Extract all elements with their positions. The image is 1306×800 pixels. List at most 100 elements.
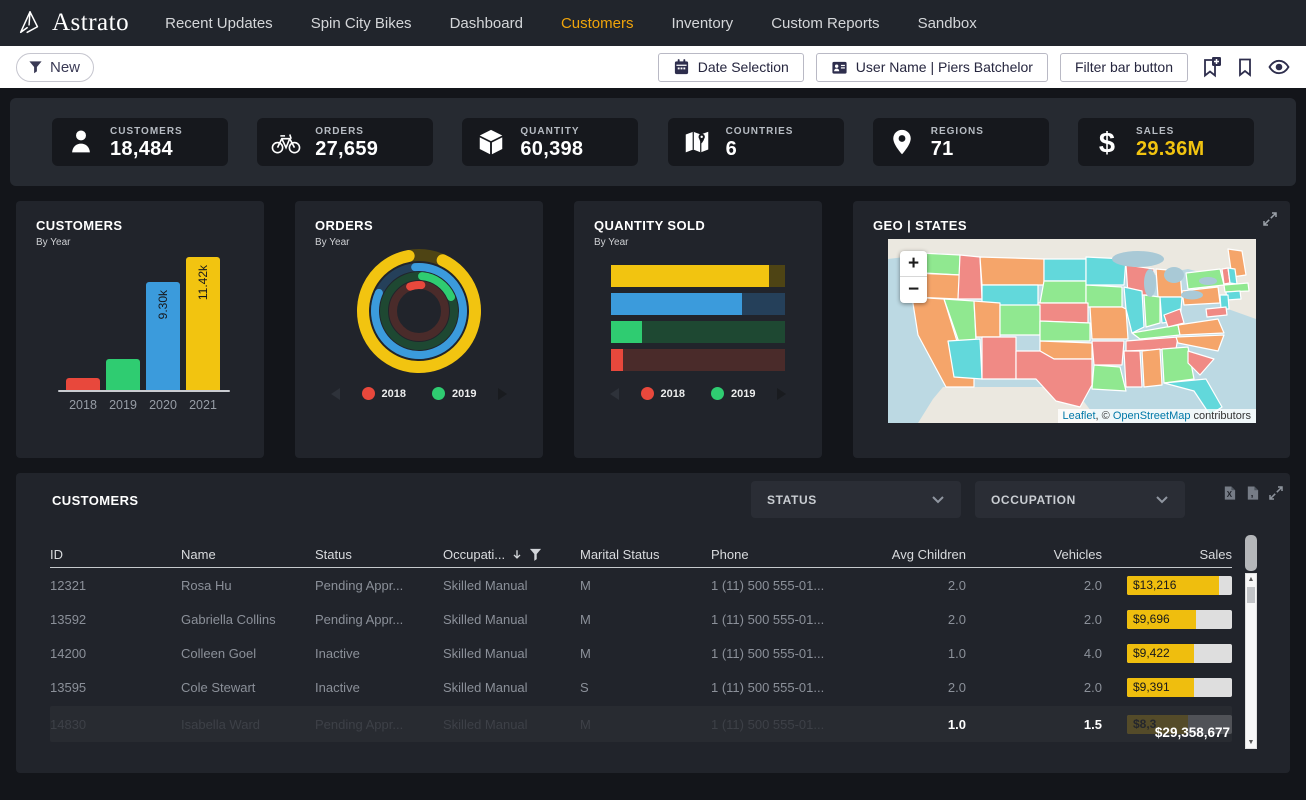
leaflet-map[interactable]: + − Leaflet, © OpenStreetMap contributor… <box>888 239 1256 423</box>
x-axis-line <box>58 390 230 392</box>
user-button-label: User Name | Piers Batchelor <box>856 59 1033 75</box>
brand[interactable]: Astrato <box>16 8 129 38</box>
nav-item-recent-updates[interactable]: Recent Updates <box>165 15 273 32</box>
nav-item-spin-city-bikes[interactable]: Spin City Bikes <box>311 15 412 32</box>
legend-item-2019[interactable]: 2019 <box>432 387 476 400</box>
nav-items: Recent Updates Spin City Bikes Dashboard Cu… <box>165 15 1015 32</box>
cell-id: 13592 <box>50 612 181 627</box>
scroll-up-arrow[interactable]: ▲ <box>1246 576 1256 583</box>
legend-item-2018[interactable]: 2018 <box>641 387 685 400</box>
expand-icon[interactable] <box>1268 485 1284 501</box>
ghost-cell-id: 14830 <box>50 717 181 732</box>
table-panel-icons: X , <box>1222 485 1284 501</box>
svg-text:$: $ <box>1099 127 1115 157</box>
status-filter-dropdown[interactable]: STATUS <box>751 481 961 518</box>
cell-phone: 1 (11) 500 555-01... <box>711 578 866 593</box>
new-filter-button[interactable]: New <box>16 53 94 82</box>
nav-item-sandbox[interactable]: Sandbox <box>918 15 977 32</box>
col-header-sales[interactable]: Sales <box>1102 547 1232 562</box>
legend-item-2018[interactable]: 2018 <box>362 387 406 400</box>
progress-bar-2021 <box>611 265 785 287</box>
export-excel-icon[interactable]: X <box>1222 485 1237 501</box>
table-row: 13595Cole StewartInactiveSkilled ManualS… <box>50 670 1232 704</box>
expand-icon[interactable] <box>1262 211 1278 227</box>
kpi-value: 60,398 <box>520 139 583 159</box>
cell-marital-status: S <box>580 680 711 695</box>
dropdown-label: OCCUPATION <box>991 493 1076 507</box>
quantity-progress-bars <box>611 265 785 377</box>
col-header-occupation[interactable]: Occupati... <box>443 547 580 562</box>
bar-2021: 11.42k <box>186 257 220 390</box>
bookmark-icon[interactable] <box>1234 56 1256 78</box>
zoom-in-button[interactable]: + <box>900 251 927 277</box>
legend-prev-arrow[interactable] <box>331 388 340 400</box>
legend-items: 2018 2019 <box>362 387 477 400</box>
calendar-icon <box>673 58 690 76</box>
x-tick-label: 2020 <box>146 398 180 412</box>
sales-bar-label: $8,3 <box>1133 715 1156 734</box>
kpi-card-quantity: QUANTITY60,398 <box>462 118 638 166</box>
nav-item-customers[interactable]: Customers <box>561 15 634 32</box>
scroll-down-arrow[interactable]: ▼ <box>1246 739 1256 746</box>
kpi-card-customers: CUSTOMERS18,484 <box>52 118 228 166</box>
total-sales-cell: $8,3$29,358,677 <box>1102 715 1232 734</box>
col-header-avg-children[interactable]: Avg Children <box>866 547 966 562</box>
legend-dot <box>432 387 445 400</box>
nav-item-dashboard[interactable]: Dashboard <box>450 15 523 32</box>
table-scrollbar[interactable]: ▲ ▼ <box>1245 573 1257 749</box>
eye-icon[interactable] <box>1268 56 1290 78</box>
col-header-name[interactable]: Name <box>181 547 315 562</box>
col-header-vehicles[interactable]: Vehicles <box>966 547 1102 562</box>
table-header-row: IDNameStatusOccupati... Marital StatusPho… <box>50 541 1232 568</box>
progress-fill <box>611 293 742 315</box>
scrollbar-thumb[interactable] <box>1247 587 1255 603</box>
filter-icon[interactable] <box>529 548 542 561</box>
nav-item-custom-reports[interactable]: Custom Reports <box>771 15 879 32</box>
progress-track <box>611 349 785 371</box>
legend-prev-arrow[interactable] <box>610 388 619 400</box>
cell-occupation: Skilled Manual <box>443 680 580 695</box>
sort-down-icon[interactable] <box>511 548 523 561</box>
filter-bar-button[interactable]: Filter bar button <box>1060 53 1188 82</box>
kpi-card-orders: ORDERS27,659 <box>257 118 433 166</box>
osm-link[interactable]: OpenStreetMap <box>1113 410 1191 422</box>
progress-bar-2020 <box>611 293 785 315</box>
cell-phone: 1 (11) 500 555-01... <box>711 646 866 661</box>
cell-status: Pending Appr... <box>315 612 443 627</box>
col-header-phone[interactable]: Phone <box>711 547 866 562</box>
ghost-cell-occupation: Skilled Manual <box>443 717 580 732</box>
cell-occupation: Skilled Manual <box>443 646 580 661</box>
user-button[interactable]: User Name | Piers Batchelor <box>816 53 1048 82</box>
scrollbar-top-thumb[interactable] <box>1245 535 1257 571</box>
ghost-cell-name: Isabella Ward <box>181 717 315 732</box>
col-header-id[interactable]: ID <box>50 547 181 562</box>
cell-marital-status: M <box>580 612 711 627</box>
occupation-filter-dropdown[interactable]: OCCUPATION <box>975 481 1185 518</box>
legend-next-arrow[interactable] <box>498 388 507 400</box>
quantity-chart-panel: QUANTITY SOLD By Year 20182019 <box>574 201 822 458</box>
dropdown-label: STATUS <box>767 493 817 507</box>
nav-item-inventory[interactable]: Inventory <box>671 15 733 32</box>
bar-2018 <box>66 378 100 390</box>
kpi-value: 29.36M <box>1136 139 1205 159</box>
cell-name: Colleen Goel <box>181 646 315 661</box>
col-header-label: Occupati... <box>443 547 505 562</box>
bookmark-add-icon[interactable] <box>1200 56 1222 78</box>
date-selection-button[interactable]: Date Selection <box>658 53 804 82</box>
quantity-icon <box>475 126 507 158</box>
legend-item-2019[interactable]: 2019 <box>711 387 755 400</box>
col-header-marital-status[interactable]: Marital Status <box>580 547 711 562</box>
geo-states-panel: GEO | STATES <box>853 201 1290 458</box>
legend-label: 2018 <box>661 388 685 400</box>
zoom-out-button[interactable]: − <box>900 277 927 303</box>
col-header-status[interactable]: Status <box>315 547 443 562</box>
cell-avg-children: 2.0 <box>866 680 966 695</box>
legend-next-arrow[interactable] <box>777 388 786 400</box>
cell-name: Cole Stewart <box>181 680 315 695</box>
export-csv-icon[interactable]: , <box>1245 485 1260 501</box>
cell-name: Rosa Hu <box>181 578 315 593</box>
leaflet-link[interactable]: Leaflet <box>1063 410 1096 422</box>
svg-text:X: X <box>1227 490 1233 499</box>
sales-bar-label: $9,422 <box>1133 644 1170 663</box>
bar-value-label: 9.30k <box>156 290 170 319</box>
